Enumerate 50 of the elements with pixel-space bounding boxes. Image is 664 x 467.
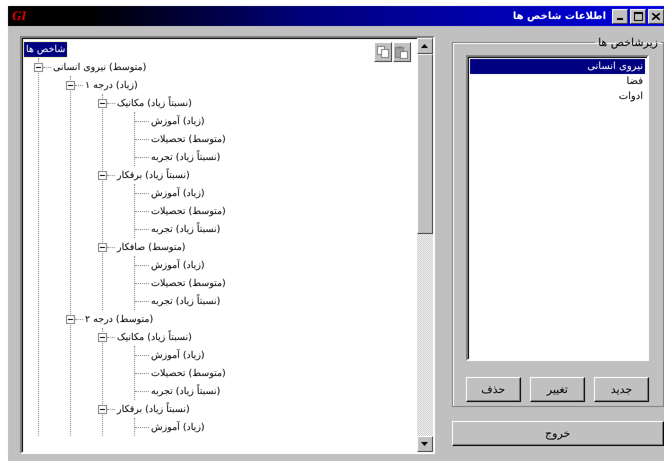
- scroll-down-icon[interactable]: [416, 436, 433, 452]
- close-icon: [652, 12, 660, 20]
- tree-item[interactable]: (زیاد) آموزش: [149, 186, 207, 200]
- tree-item[interactable]: (متوسط) تحصیلات: [149, 366, 228, 380]
- collapse-icon[interactable]: [98, 170, 107, 180]
- collapse-icon[interactable]: [34, 62, 43, 72]
- tree-item[interactable]: (نسبتاً زیاد) مکانیک: [115, 96, 194, 110]
- tree-item[interactable]: (زیاد) آموزش: [149, 114, 207, 128]
- tree-item[interactable]: (نسبتاً زیاد) تجربه: [149, 384, 222, 398]
- minimize-button[interactable]: [612, 8, 628, 24]
- tree-item[interactable]: (نسبتاً زیاد) مکانیک: [115, 330, 194, 344]
- collapse-icon[interactable]: [98, 332, 107, 342]
- scroll-thumb[interactable]: [416, 54, 433, 234]
- tree-item[interactable]: (زیاد) آموزش: [149, 348, 207, 362]
- tree-item[interactable]: (زیاد) آموزش: [149, 258, 207, 272]
- collapse-icon[interactable]: [98, 98, 107, 108]
- tree-item[interactable]: (نسبتاً زیاد) تجربه: [149, 294, 222, 308]
- maximize-button[interactable]: [630, 8, 646, 24]
- tree-item[interactable]: (نسبتاً زیاد) تجربه: [149, 150, 222, 164]
- tree-item[interactable]: (متوسط) تحصیلات: [149, 204, 228, 218]
- scroll-up-icon[interactable]: [416, 38, 433, 54]
- tree-item[interactable]: (نسبتاً زیاد) برقکار: [115, 168, 192, 182]
- tree-item[interactable]: شاخص ها: [24, 42, 68, 56]
- tree-item[interactable]: (نسبتاً زیاد) تجربه: [149, 222, 222, 236]
- action-button[interactable]: حذف: [466, 377, 521, 402]
- collapse-icon[interactable]: [66, 80, 75, 90]
- collapse-icon[interactable]: [66, 314, 75, 324]
- list-item[interactable]: نیروی انسانی: [470, 59, 645, 74]
- collapse-icon[interactable]: [98, 404, 107, 414]
- tree-item[interactable]: (متوسط) تحصیلات: [149, 132, 228, 146]
- action-button[interactable]: جدید: [594, 377, 649, 402]
- close-button[interactable]: [648, 8, 664, 24]
- tree-item[interactable]: (متوسط) درجه ۲: [83, 312, 156, 326]
- action-button[interactable]: تغییر: [530, 377, 585, 402]
- tree-item[interactable]: (زیاد) آموزش: [149, 420, 207, 434]
- tree-item[interactable]: (متوسط) تحصیلات: [149, 276, 228, 290]
- tree-item[interactable]: (متوسط) صافکار: [115, 240, 188, 254]
- window-title: اطلاعات شاخص ها: [512, 10, 606, 22]
- scrollbar[interactable]: [416, 38, 433, 452]
- collapse-icon[interactable]: [98, 242, 107, 252]
- exit-button[interactable]: خروج: [452, 421, 664, 446]
- tree-item[interactable]: (زیاد) درجه ۱: [83, 78, 140, 92]
- list-item[interactable]: ادوات: [470, 89, 645, 104]
- app-logo: GI: [12, 8, 26, 24]
- tree-item[interactable]: (نسبتاً زیاد) برقکار: [115, 402, 192, 416]
- tree-item[interactable]: (متوسط) نیروی انسانی: [51, 60, 148, 74]
- copy-button[interactable]: [374, 42, 392, 62]
- list-item[interactable]: فضا: [470, 74, 645, 89]
- group-title: زیرشاخص ها: [597, 36, 659, 49]
- paste-button[interactable]: [392, 42, 411, 62]
